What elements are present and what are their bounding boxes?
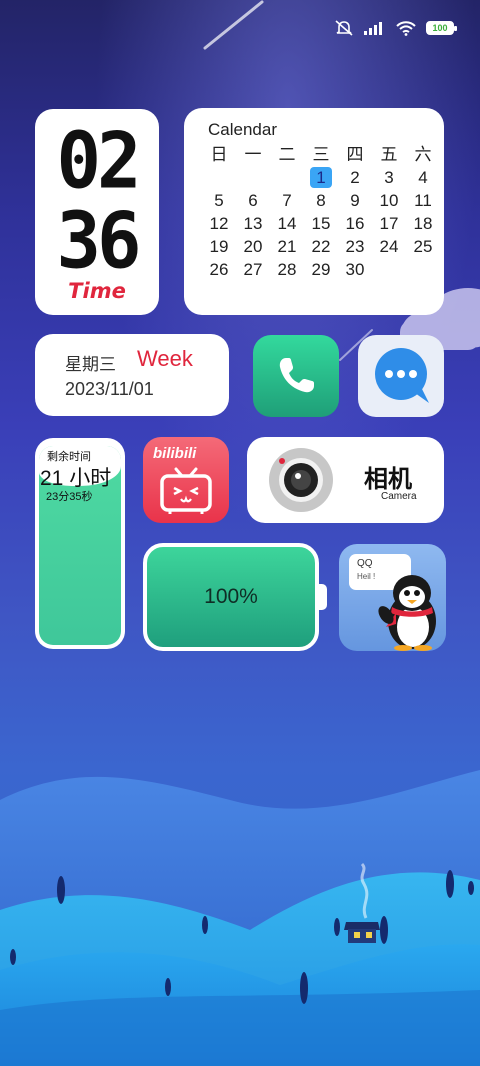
calendar-grid: 日一二三四五六 1 2 3 4 5 6 7 8 9 10 11 12 13 14 15 16 17 18 19 20 21… [202,144,434,280]
remaining-time-widget[interactable]: 剩余时间 21 小时 23分35秒 [35,438,125,649]
date-label: 2023/11/01 [65,379,154,399]
calendar-day[interactable]: 23 [338,236,372,257]
calendar-day[interactable]: 19 [202,236,236,257]
calendar-day[interactable]: 12 [202,213,236,234]
calendar-day[interactable]: 10 [372,190,406,211]
calendar-weekday: 三 [312,145,330,164]
calendar-weekday: 一 [244,145,262,164]
clock-widget[interactable]: 02 36 Time [35,109,159,315]
signal-icon [364,22,382,35]
clock-hour: 02 [56,115,141,207]
calendar-day[interactable]: 9 [338,190,372,211]
calendar-day[interactable]: 30 [338,259,372,280]
bilibili-logo: bilibili [153,445,197,462]
battery-widget[interactable]: 100% [143,543,319,651]
week-title: Week [137,346,193,371]
calendar-weekday: 五 [380,145,398,164]
penguin-icon [378,575,436,651]
wifi-icon [396,21,416,36]
calendar-day-today[interactable]: 1 [310,167,332,188]
camera-lens-icon [269,448,333,512]
calendar-blank [236,167,270,188]
calendar-day[interactable]: 24 [372,236,406,257]
calendar-day[interactable]: 16 [338,213,372,234]
calendar-day[interactable]: 8 [304,190,338,211]
qq-bubble-text: Heil ! [357,572,376,581]
camera-widget[interactable]: 相机 Camera [247,437,444,523]
mute-icon [335,20,353,36]
battery-status-text: 100 [432,22,448,33]
calendar-blank [270,167,304,188]
calendar-day[interactable]: 29 [304,259,338,280]
calendar-weekday: 二 [278,145,296,164]
calendar-day[interactable]: 13 [236,213,270,234]
calendar-day[interactable]: 3 [372,167,406,188]
calendar-day[interactable]: 25 [406,236,440,257]
calendar-day[interactable]: 27 [236,259,270,280]
remaining-minutes: 23分35秒 [46,491,93,503]
chat-bubble-icon [375,348,429,403]
weekday-label: 星期三 [65,355,116,374]
tv-face-icon [160,467,212,514]
calendar-day[interactable]: 15 [304,213,338,234]
calendar-day[interactable]: 17 [372,213,406,234]
calendar-day[interactable]: 5 [202,190,236,211]
calendar-day[interactable]: 20 [236,236,270,257]
battery-icon: 100 [426,21,457,35]
calendar-day[interactable]: 2 [338,167,372,188]
calendar-day[interactable]: 4 [406,167,440,188]
battery-tip [319,584,327,610]
calendar-day[interactable]: 14 [270,213,304,234]
calendar-weekday: 四 [346,145,364,164]
calendar-day[interactable]: 6 [236,190,270,211]
calendar-blank [202,167,236,188]
calendar-day[interactable]: 18 [406,213,440,234]
battery-percent: 100% [204,585,258,608]
messages-app-icon[interactable] [358,335,444,417]
calendar-weekday: 日 [210,145,228,164]
bilibili-app-icon[interactable]: bilibili [143,437,229,523]
qq-bubble-title: QQ [357,558,373,569]
calendar-widget[interactable]: Calendar 日一二三四五六 1 2 3 4 5 6 7 8 9 10 11 12 13 14 15 16 1… [184,108,444,315]
calendar-title: Calendar [208,120,277,139]
calendar-day[interactable]: 11 [406,190,440,211]
calendar-day[interactable]: 7 [270,190,304,211]
camera-title: 相机 [364,466,412,493]
camera-subtitle: Camera [381,491,417,502]
calendar-day[interactable]: 21 [270,236,304,257]
calendar-weekday: 六 [414,145,432,164]
qq-widget[interactable]: QQ Heil ! [339,544,446,651]
phone-icon [279,358,314,393]
calendar-day[interactable]: 28 [270,259,304,280]
calendar-day[interactable]: 22 [304,236,338,257]
status-bar: 100 [334,20,457,36]
week-widget[interactable]: 星期三 Week 2023/11/01 [35,334,229,416]
clock-minute: 36 [56,195,141,287]
phone-app-icon[interactable] [253,335,339,417]
calendar-day[interactable]: 26 [202,259,236,280]
